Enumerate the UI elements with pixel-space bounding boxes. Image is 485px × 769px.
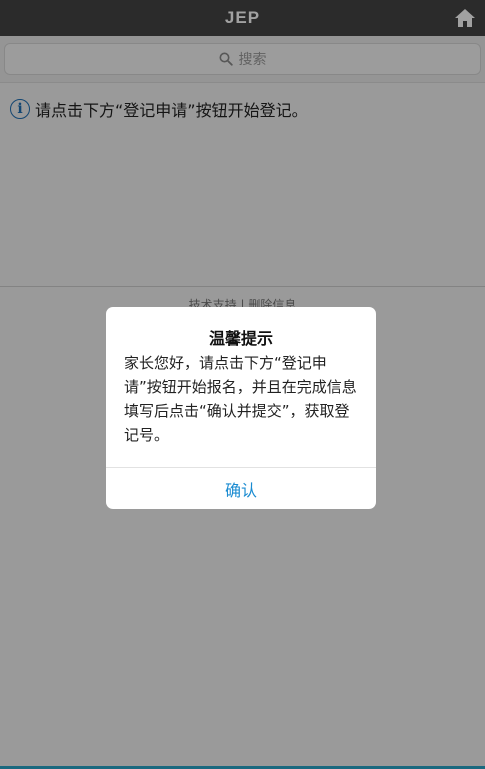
app-screen: JEP 搜索 i 请点击下方“登记申请”按钮开始登记。 技术支持 | 删除信息 … — [0, 0, 485, 769]
dialog-message: 家长您好，请点击下方“登记申请”按钮开始报名，并且在完成信息填写后点击“确认并提… — [124, 354, 357, 444]
dialog-title: 温馨提示 — [208, 329, 273, 348]
alert-dialog: 温馨提示 家长您好，请点击下方“登记申请”按钮开始报名，并且在完成信息填写后点击… — [106, 307, 376, 509]
confirm-button[interactable]: 确认 — [106, 468, 376, 509]
